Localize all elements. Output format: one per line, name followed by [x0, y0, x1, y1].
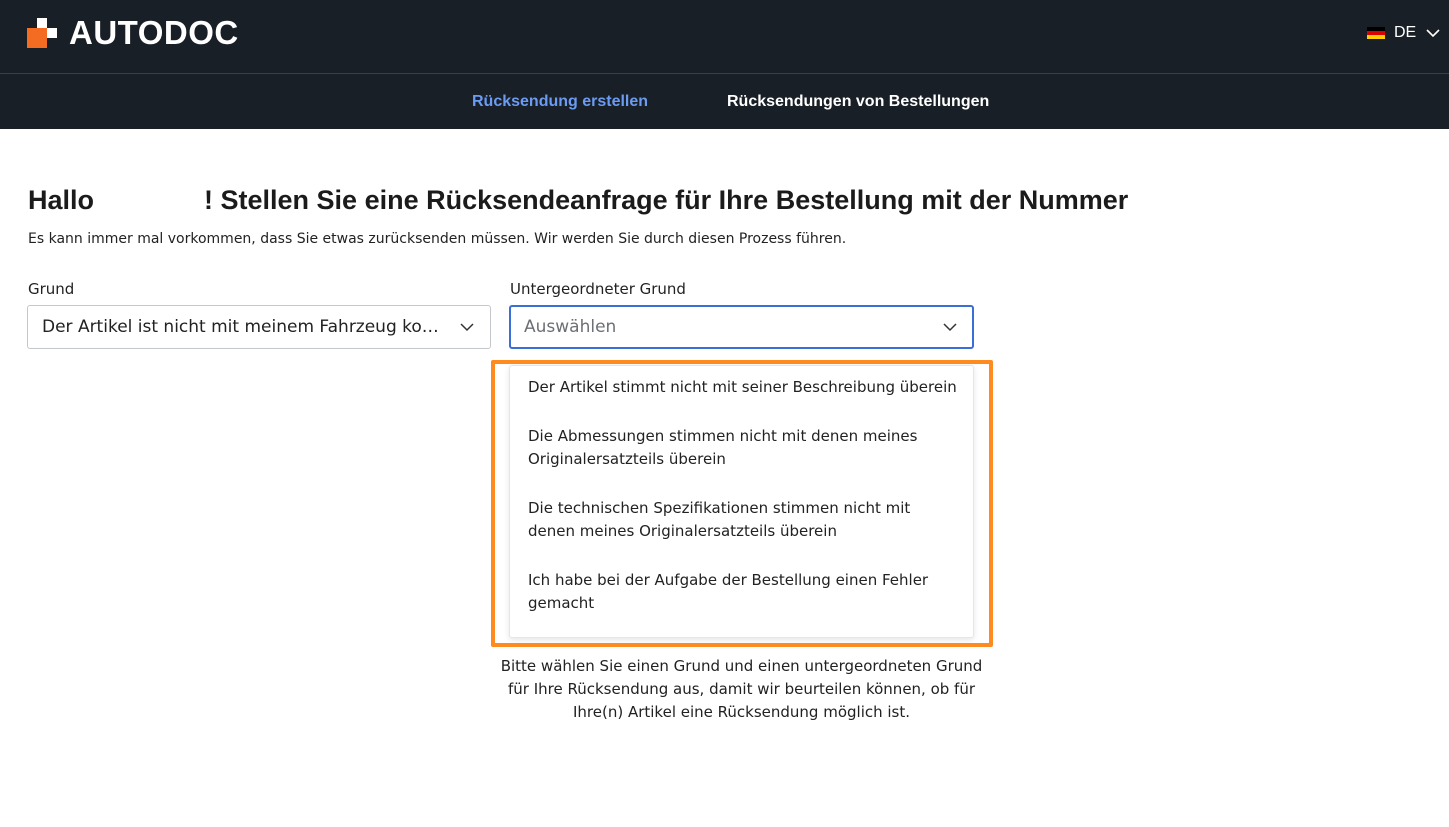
reason-select-value: Der Artikel ist nicht mit meinem Fahrzeu…: [42, 317, 452, 337]
return-nav: Rücksendung erstellen Rücksendungen von …: [0, 74, 1449, 129]
page-title: Hallo ! Stellen Sie eine Rücksendeanfrage…: [28, 185, 1128, 216]
chevron-down-icon: [943, 323, 957, 332]
sub-reason-dropdown: Der Artikel stimmt nicht mit seiner Besc…: [509, 365, 974, 638]
sub-reason-option[interactable]: Die technischen Spezifikationen stimmen …: [528, 497, 960, 543]
tab-create-return[interactable]: Rücksendung erstellen: [472, 74, 648, 129]
germany-flag-icon: [1367, 27, 1385, 39]
reason-label: Grund: [28, 280, 75, 298]
sub-reason-option[interactable]: Die Abmessungen stimmen nicht mit denen …: [528, 425, 960, 471]
sub-reason-select[interactable]: Auswählen: [509, 305, 974, 349]
page-subtitle: Es kann immer mal vorkommen, dass Sie et…: [28, 231, 847, 247]
tab-order-returns[interactable]: Rücksendungen von Bestellungen: [727, 74, 989, 129]
page-title-greeting: Hallo: [28, 185, 95, 215]
top-header: AUTODOC DE: [0, 0, 1449, 74]
language-selector[interactable]: DE: [1367, 22, 1449, 44]
language-label: DE: [1394, 24, 1417, 41]
sub-reason-option[interactable]: Der Artikel stimmt nicht mit seiner Besc…: [528, 376, 960, 399]
autodoc-logo[interactable]: AUTODOC: [27, 14, 239, 51]
page-title-text: ! Stellen Sie eine Rücksendeanfrage für …: [204, 185, 1129, 215]
sub-reason-label: Untergeordneter Grund: [510, 280, 686, 298]
selection-hint: Bitte wählen Sie einen Grund und einen u…: [500, 657, 983, 721]
reason-select[interactable]: Der Artikel ist nicht mit meinem Fahrzeu…: [27, 305, 491, 349]
sub-reason-option[interactable]: Ich habe bei der Aufgabe der Bestellung …: [528, 569, 960, 615]
sub-reason-placeholder: Auswählen: [524, 317, 617, 337]
chevron-down-icon: [1426, 29, 1440, 38]
logo-text: AUTODOC: [69, 14, 239, 51]
plus-logo-icon: [27, 18, 57, 48]
chevron-down-icon: [460, 323, 474, 332]
